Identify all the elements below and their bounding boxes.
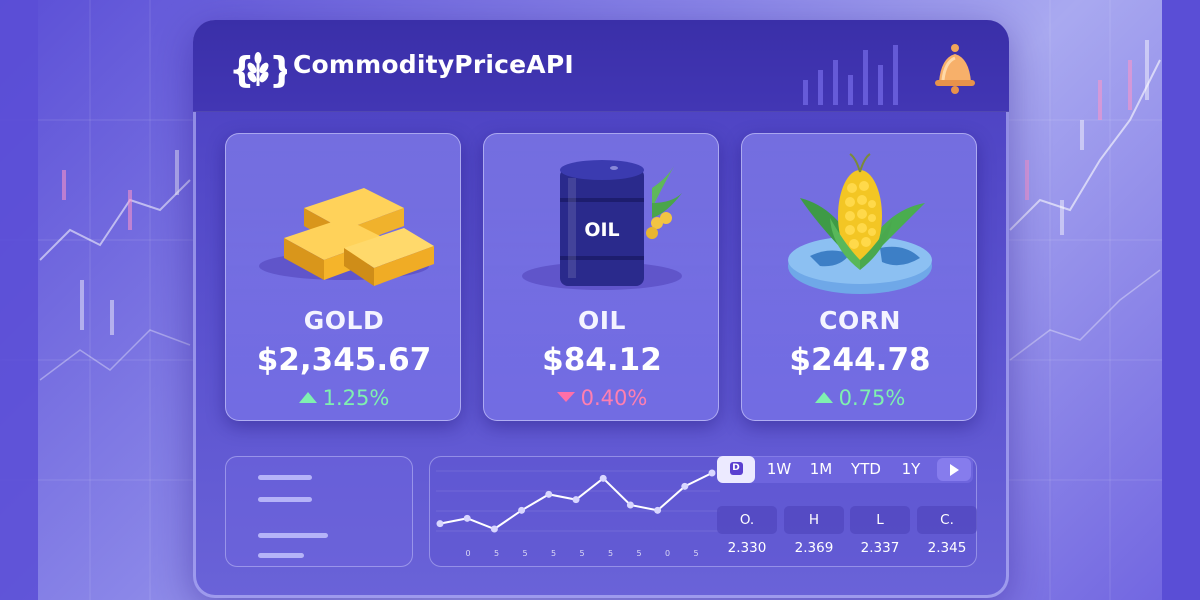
commodity-change: 1.25% xyxy=(226,386,462,410)
play-button[interactable] xyxy=(937,458,971,481)
chart-x-tick-label: 5 xyxy=(608,549,613,558)
chart-point xyxy=(545,490,553,498)
up-arrow-icon xyxy=(814,391,833,403)
ohlc-high: H 2.369 xyxy=(784,506,844,556)
range-button-day[interactable]: D xyxy=(717,456,755,483)
ohlc-close: C. 2.345 xyxy=(917,506,977,556)
oil-barrel-icon: OIL xyxy=(522,160,682,290)
chart-x-tick-label: 5 xyxy=(693,549,698,558)
svg-text:}: } xyxy=(269,50,287,91)
chart-point xyxy=(654,506,662,514)
range-button-1w[interactable]: 1W xyxy=(759,456,799,483)
ohlc-open: O. 2.330 xyxy=(717,506,777,556)
time-range-selector: D 1W 1M YTD 1Y xyxy=(717,456,973,483)
chart-point xyxy=(681,482,689,490)
bell-icon[interactable] xyxy=(923,38,979,98)
list-item-placeholder xyxy=(258,475,312,480)
list-item-placeholder xyxy=(258,533,328,538)
chart-point xyxy=(518,506,526,514)
chart-x-tick-label: 5 xyxy=(579,549,584,558)
range-button-ytd[interactable]: YTD xyxy=(843,456,889,483)
chart-point xyxy=(490,525,498,533)
chart-x-tick-label: 5 xyxy=(551,549,556,558)
commodity-change: 0.75% xyxy=(742,386,978,410)
gold-bars-icon xyxy=(259,188,434,286)
barrel-label: OIL xyxy=(584,219,619,241)
up-arrow-icon xyxy=(298,391,317,403)
ohlc-low: L 2.337 xyxy=(850,506,910,556)
commodity-name: OIL xyxy=(578,306,626,335)
title-bar: { } CommodityPriceAPI xyxy=(193,20,1009,112)
commodity-price: $2,345.67 xyxy=(256,342,432,378)
commodity-card-gold[interactable]: GOLD $2,345.67 1.25% xyxy=(225,133,461,421)
chart-point xyxy=(708,469,716,477)
app-title: CommodityPriceAPI xyxy=(293,50,574,79)
range-button-1m[interactable]: 1M xyxy=(801,456,841,483)
down-arrow-icon xyxy=(556,392,575,402)
chart-point xyxy=(436,520,444,528)
chart-x-tick-label: 5 xyxy=(636,549,641,558)
range-button-1y[interactable]: 1Y xyxy=(891,456,931,483)
chart-point xyxy=(572,496,580,504)
corn-globe-icon xyxy=(788,153,932,294)
watchlist-panel[interactable] xyxy=(225,456,413,567)
left-edge-band xyxy=(0,0,38,600)
chart-point xyxy=(626,501,634,509)
chart-point xyxy=(599,474,607,482)
commodity-card-oil[interactable]: OIL OIL $84.12 0.40% xyxy=(483,133,719,421)
play-icon xyxy=(950,464,959,476)
commodity-name: GOLD xyxy=(303,306,385,335)
range-label-day: D xyxy=(732,462,740,473)
commodity-change-value: 0.40% xyxy=(580,386,648,410)
list-item-placeholder xyxy=(258,553,304,558)
commodity-name: CORN xyxy=(819,306,901,335)
commodity-price: $84.12 xyxy=(542,342,662,378)
chart-x-tick-label: 5 xyxy=(522,549,527,558)
wheat-braces-logo-icon: { } xyxy=(229,50,287,91)
right-edge-band xyxy=(1162,0,1200,600)
chart-point xyxy=(463,514,471,522)
app-window: { } CommodityPriceAPI xyxy=(193,20,1009,598)
day-square-icon: D xyxy=(729,461,743,475)
chart-x-tick-label: 5 xyxy=(494,549,499,558)
commodity-change: 0.40% xyxy=(484,386,720,410)
commodity-change-value: 1.25% xyxy=(322,386,390,410)
commodity-card-corn[interactable]: CORN $244.78 0.75% xyxy=(741,133,977,421)
chart-x-tick-label: 0 xyxy=(665,549,670,558)
chart-x-tick-label: 0 xyxy=(465,549,470,558)
list-item-placeholder xyxy=(258,497,312,502)
title-bar-candles-decoration xyxy=(803,45,898,105)
commodity-change-value: 0.75% xyxy=(838,386,906,410)
commodity-price: $244.78 xyxy=(789,342,931,378)
